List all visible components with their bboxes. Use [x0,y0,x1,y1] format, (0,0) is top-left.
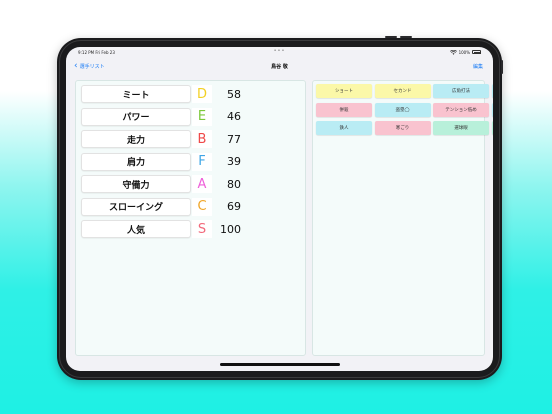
ability-tag[interactable]: 寒ごり [374,121,431,135]
stat-grade: S [192,220,212,238]
ability-tag[interactable]: テンション低め [433,102,489,117]
ability-tag[interactable]: セカンド [374,84,431,98]
stat-label: 守備力 [81,175,191,193]
power-button [501,60,503,74]
stat-grade: D [192,85,212,103]
page-title: 鳥谷 敬 [271,64,288,70]
stat-grade: B [192,130,212,148]
stat-label: スローイング [81,197,191,216]
stats-panel: ミート D 58 パワー E 46 走力 B 77 肩力 F 39 守備力 A 80 スローイング C 69 人気 S… [75,80,306,356]
stat-grade: A [192,175,212,193]
stat-value: 39 [227,155,241,168]
ability-tag[interactable]: 広角打法 [433,84,489,98]
stat-value: 77 [227,132,241,146]
status-time: 9:12 PM Fri Feb 23 [78,49,115,55]
stat-label: 肩力 [81,152,191,171]
back-label: 選手リスト [79,64,105,70]
volume-button [385,36,397,38]
stat-value: 58 [227,87,241,101]
ability-tag[interactable]: 選球眼 [433,121,489,135]
stat-row: 走力 B 77 [81,130,241,148]
ability-tag[interactable]: 走塁◯ [491,84,493,98]
abilities-panel: ショートセカンド広角打法走塁◯ 併殺盗塁◯テンション低め守備職人鉄人寒ごり選球眼積… [312,80,493,356]
ability-tag[interactable]: 積極主盗 [491,121,493,135]
ability-tag[interactable]: ショート [316,84,372,98]
app-screen: 9:12 PM Fri Feb 23 ••• 100% ‹ 選手リスト 鳥谷 敬… [66,47,493,371]
ability-tag[interactable]: 併殺 [316,102,372,117]
stat-row: 守備力 A 80 [81,175,241,193]
stat-row: スローイング C 69 [81,197,241,216]
stat-label: ミート [81,85,191,103]
battery-icon [472,50,481,54]
stat-value: 46 [227,110,241,123]
stat-label: 走力 [81,130,191,148]
stat-row: ミート D 58 [81,85,241,103]
edit-button[interactable]: 編集 [473,63,483,70]
stat-label: パワー [81,107,191,126]
stat-value: 100 [220,222,241,236]
chevron-left-icon: ‹ [74,61,78,71]
stat-value: 80 [227,177,241,191]
stat-value: 69 [227,200,241,213]
ability-tag[interactable]: 鉄人 [316,121,372,135]
ability-tag[interactable]: 守備職人 [491,102,493,117]
volume-button [400,36,412,38]
multitasking-dots[interactable]: ••• [274,48,286,54]
stat-grade: F [192,152,212,171]
stat-row: 人気 S 100 [81,220,241,238]
status-right: 100% [449,49,481,55]
stat-row: 肩力 F 39 [81,152,241,171]
stat-grade: E [192,107,212,126]
home-indicator[interactable] [219,363,340,366]
status-bar: 9:12 PM Fri Feb 23 ••• 100% [66,47,493,57]
stat-grade: C [192,197,212,216]
back-button[interactable]: ‹ 選手リスト [74,62,105,71]
ability-tag[interactable]: 盗塁◯ [374,102,431,117]
stat-label: 人気 [81,220,191,238]
wifi-icon [449,49,457,55]
stat-row: パワー E 46 [81,107,241,126]
battery-percent: 100% [458,49,470,55]
navigation-bar: ‹ 選手リスト 鳥谷 敬 編集 [66,57,493,76]
